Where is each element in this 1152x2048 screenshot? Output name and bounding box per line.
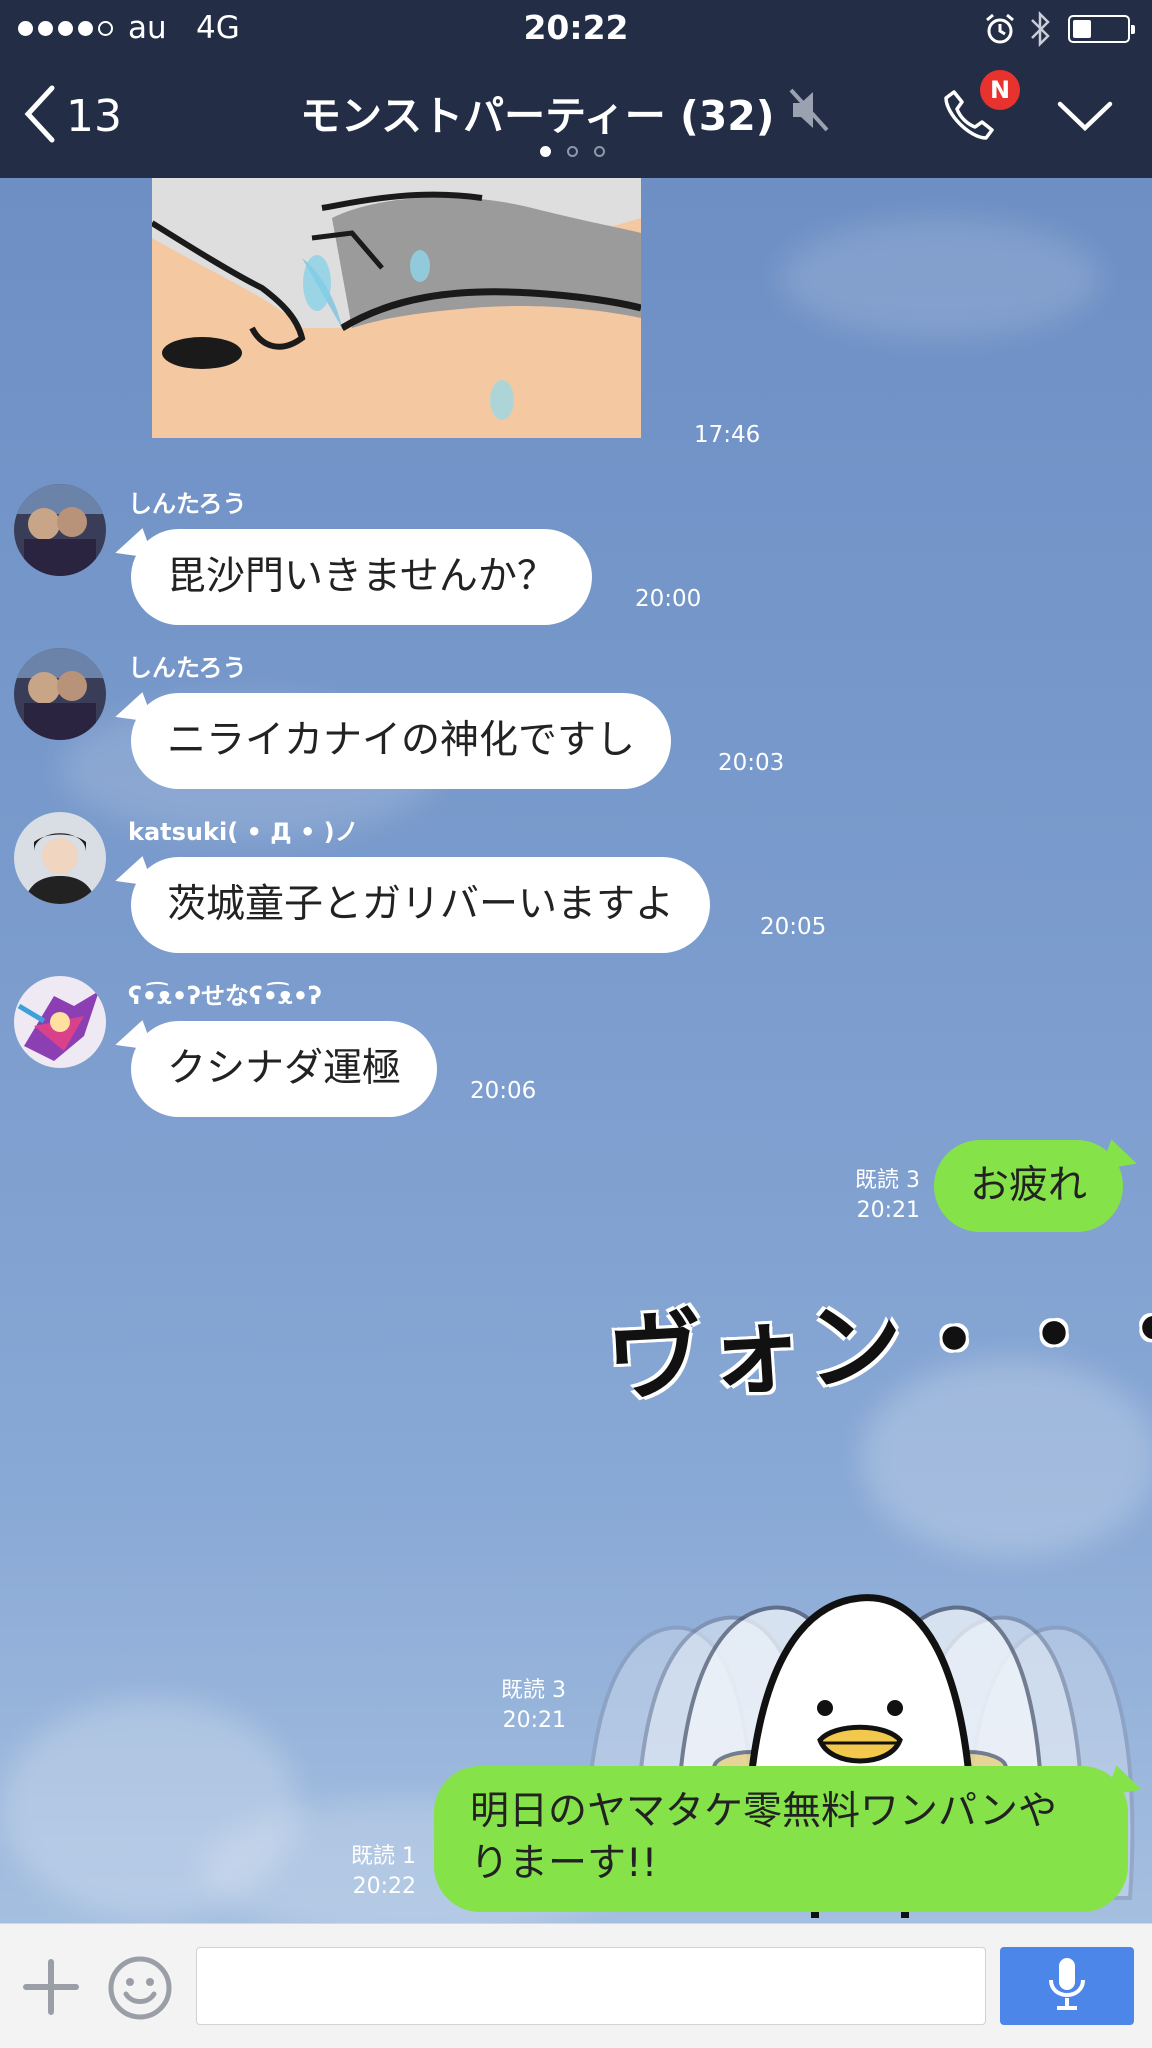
read-count: 既読 3 xyxy=(501,1678,566,1703)
microphone-icon xyxy=(1047,1956,1087,2016)
message-time: 20:22 xyxy=(352,1874,416,1899)
call-badge: N xyxy=(980,70,1020,110)
message-time: 20:21 xyxy=(502,1708,566,1733)
message-text-line: 明日のヤマタケ零無料ワンパンや xyxy=(470,1789,1057,1834)
page-indicator xyxy=(540,146,605,157)
plus-icon[interactable] xyxy=(20,1956,82,2022)
message-bubble[interactable]: 毘沙門いきませんか？ xyxy=(131,529,592,625)
message-input[interactable] xyxy=(196,1947,986,2025)
group-name: モンストパーティー (32) xyxy=(300,92,775,140)
message-time: 20:03 xyxy=(718,750,785,776)
voice-message-button[interactable] xyxy=(1000,1947,1134,2025)
back-chevron-icon xyxy=(22,84,56,148)
message-bubble[interactable]: クシナダ運極 xyxy=(131,1021,438,1117)
input-bar xyxy=(0,1923,1152,2048)
message-text-line: りまーす!! xyxy=(470,1841,658,1886)
message-bubble[interactable]: 明日のヤマタケ零無料ワンパンや りまーす!! xyxy=(434,1766,1128,1912)
sender-name: しんたろう xyxy=(128,490,247,518)
status-time: 20:22 xyxy=(523,8,629,47)
chat-header: 13 モンストパーティー (32) N xyxy=(0,58,1152,178)
sticker-text: ヴォン・・・ xyxy=(603,1272,1152,1416)
avatar[interactable] xyxy=(14,648,106,740)
sender-name: ʕ•͡ᴥ•ʔせなʕ•͡ᴥ•ʔ xyxy=(128,982,322,1010)
alarm-icon xyxy=(984,12,1016,50)
read-count: 既読 1 xyxy=(351,1844,416,1869)
message-time: 20:21 xyxy=(856,1198,920,1223)
avatar[interactable] xyxy=(14,812,106,904)
avatar[interactable] xyxy=(14,976,106,1068)
message-time: 20:00 xyxy=(635,586,702,612)
bluetooth-icon xyxy=(1028,10,1052,52)
chat-area[interactable]: 17:46 しんたろう 毘沙門いきませんか？ 20:00 しんたろう ニライカナ… xyxy=(0,178,1152,1923)
read-receipt: 既読 1 20:22 xyxy=(316,1842,416,1902)
status-bar: au 4G 20:22 xyxy=(0,0,1152,58)
mute-icon xyxy=(787,86,831,138)
avatar[interactable] xyxy=(14,484,106,576)
sender-name: katsuki( • Д • )ノ xyxy=(128,818,359,846)
sender-name: しんたろう xyxy=(128,654,247,682)
chat-title[interactable]: モンストパーティー (32) xyxy=(300,82,831,142)
message-bubble[interactable]: ニライカナイの神化ですし xyxy=(131,693,672,789)
read-receipt: 既読 3 20:21 xyxy=(820,1166,920,1226)
read-count: 既読 3 xyxy=(855,1168,920,1193)
message-bubble[interactable]: お疲れ xyxy=(934,1140,1124,1232)
message-time: 20:06 xyxy=(470,1078,537,1104)
back-button[interactable]: 13 xyxy=(22,84,122,148)
sticker-message[interactable]: ヴォン・・・ xyxy=(604,1266,1152,1415)
unread-count: 13 xyxy=(66,90,122,142)
battery-icon xyxy=(1068,15,1135,43)
emoji-icon[interactable] xyxy=(106,1954,174,2026)
message-time: 17:46 xyxy=(694,422,761,448)
read-receipt: 既読 3 20:21 xyxy=(466,1676,566,1736)
chevron-down-icon[interactable] xyxy=(1056,98,1114,138)
photo-message[interactable] xyxy=(152,178,641,438)
message-time: 20:05 xyxy=(760,914,827,940)
message-bubble[interactable]: 茨城童子とガリバーいますよ xyxy=(131,857,711,953)
